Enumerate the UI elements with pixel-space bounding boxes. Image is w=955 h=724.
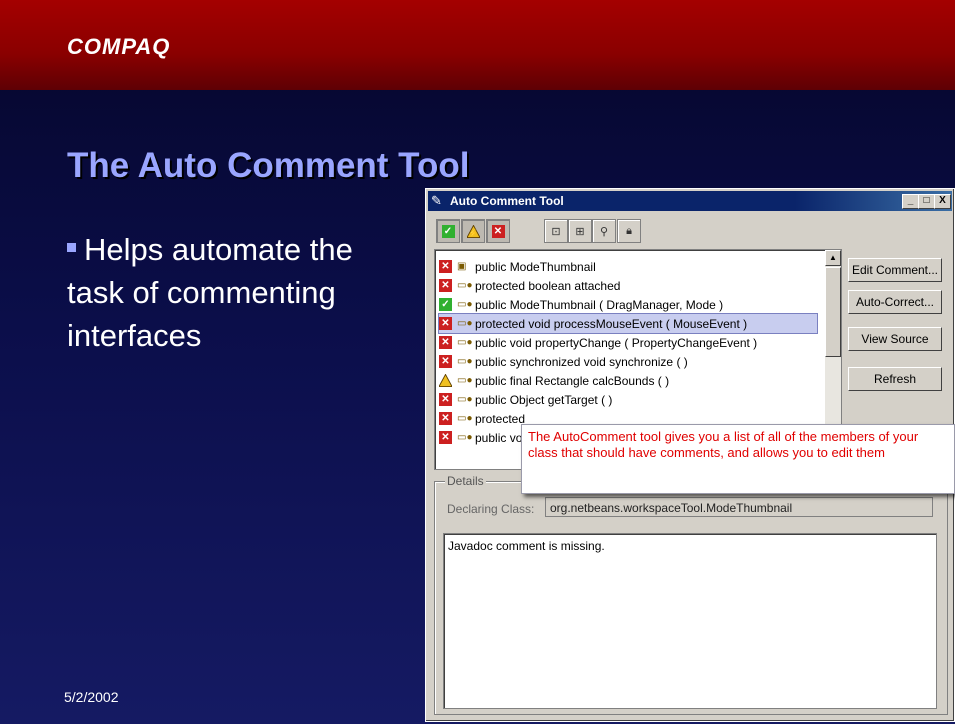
method-icon: ▭● bbox=[457, 432, 473, 443]
list-item[interactable]: ✕ ▭● public void propertyChange ( Proper… bbox=[439, 333, 817, 352]
error-icon: ✕ bbox=[439, 431, 452, 444]
member-label: public ModeThumbnail ( DragManager, Mode… bbox=[475, 297, 724, 312]
compaq-logo: COMPAQ bbox=[67, 34, 171, 59]
filter-private-button[interactable]: 🔒︎ bbox=[617, 219, 641, 243]
filter-package-button[interactable]: ⚲ bbox=[592, 219, 616, 243]
error-icon: ✕ bbox=[491, 224, 505, 238]
scroll-thumb[interactable] bbox=[825, 267, 841, 357]
error-icon: ✕ bbox=[439, 336, 452, 349]
slide-date: 5/2/2002 bbox=[64, 689, 119, 705]
slide: COMPAQ The Auto Comment Tool Helps autom… bbox=[0, 0, 955, 724]
member-label: protected bbox=[475, 411, 526, 426]
filter-warning-button[interactable]: ⚡ bbox=[461, 219, 485, 243]
annotation-callout: The AutoComment tool gives you a list of… bbox=[521, 424, 955, 494]
error-icon: ✕ bbox=[439, 393, 452, 406]
list-item[interactable]: ✕ ▭● public Object getTarget ( ) bbox=[439, 390, 817, 409]
method-icon: ▭● bbox=[457, 337, 473, 348]
warning-icon bbox=[439, 374, 452, 387]
bullet-item: Helps automate the task of commenting in… bbox=[67, 228, 397, 357]
list-item[interactable]: ✓ ▭● public ModeThumbnail ( DragManager,… bbox=[439, 295, 817, 314]
maximize-button[interactable]: □ bbox=[918, 194, 935, 209]
filter-protected-button[interactable]: ⊞ bbox=[568, 219, 592, 243]
list-item[interactable]: ✕ ▣ public ModeThumbnail bbox=[439, 257, 817, 276]
check-icon: ✓ bbox=[439, 298, 452, 311]
public-icon: ⊡ bbox=[551, 225, 561, 238]
member-label: public Object getTarget ( ) bbox=[475, 392, 613, 407]
filter-ok-button[interactable]: ✓ bbox=[436, 219, 460, 243]
method-icon: ▭● bbox=[457, 356, 473, 367]
bullet-text: Helps automate the task of commenting in… bbox=[67, 232, 353, 353]
class-icon: ▣ bbox=[457, 261, 467, 272]
scroll-up-arrow-icon[interactable]: ▲ bbox=[825, 250, 841, 266]
details-legend: Details bbox=[445, 474, 486, 488]
package-icon: ⚲ bbox=[599, 225, 609, 238]
list-item[interactable]: ✕ ▭● protected boolean attached bbox=[439, 276, 817, 295]
filter-error-button[interactable]: ✕ bbox=[486, 219, 510, 243]
method-icon: ▭● bbox=[457, 299, 473, 310]
window-title: Auto Comment Tool bbox=[450, 194, 564, 208]
member-label: public vo bbox=[475, 430, 523, 445]
app-icon: ✎ bbox=[431, 193, 442, 208]
declaring-class-label: Declaring Class: bbox=[447, 502, 535, 516]
declaring-class-field: org.netbeans.workspaceTool.ModeThumbnail bbox=[545, 497, 933, 517]
method-icon: ▭● bbox=[457, 394, 473, 405]
method-icon: ▭● bbox=[457, 413, 473, 424]
list-item[interactable]: ▭● public final Rectangle calcBounds ( ) bbox=[439, 371, 817, 390]
refresh-button[interactable]: Refresh bbox=[848, 367, 942, 391]
comment-textarea[interactable]: Javadoc comment is missing. bbox=[443, 533, 937, 709]
close-button[interactable]: X bbox=[934, 194, 951, 209]
view-source-button[interactable]: View Source bbox=[848, 327, 942, 351]
slide-title: The Auto Comment Tool bbox=[67, 146, 470, 185]
bullet-square-icon bbox=[67, 243, 76, 252]
auto-correct-button[interactable]: Auto-Correct... bbox=[848, 290, 942, 314]
edit-comment-button[interactable]: Edit Comment... bbox=[848, 258, 942, 282]
protected-icon: ⊞ bbox=[575, 225, 585, 238]
member-label: public final Rectangle calcBounds ( ) bbox=[475, 373, 670, 388]
filter-public-button[interactable]: ⊡ bbox=[544, 219, 568, 243]
check-icon: ✓ bbox=[441, 224, 455, 238]
member-label: public synchronized void synchronize ( ) bbox=[475, 354, 688, 369]
member-label: protected boolean attached bbox=[475, 278, 621, 293]
svg-text:⚡: ⚡ bbox=[468, 228, 477, 237]
minimize-button[interactable]: _ bbox=[902, 194, 919, 209]
method-icon: ▭● bbox=[457, 375, 473, 386]
error-icon: ✕ bbox=[439, 355, 452, 368]
error-icon: ✕ bbox=[439, 260, 452, 273]
window-titlebar[interactable]: ✎ Auto Comment Tool _ □ X bbox=[428, 191, 952, 211]
warning-icon: ⚡ bbox=[466, 224, 480, 238]
details-panel: Details Declaring Class: org.netbeans.wo… bbox=[434, 474, 948, 715]
private-icon: 🔒︎ bbox=[626, 224, 632, 237]
error-icon: ✕ bbox=[439, 412, 452, 425]
header-bar: COMPAQ bbox=[0, 0, 955, 90]
member-label: public ModeThumbnail bbox=[475, 259, 596, 274]
field-icon: ▭● bbox=[457, 280, 473, 291]
member-label: public void propertyChange ( PropertyCha… bbox=[475, 335, 758, 350]
callout-text: The AutoComment tool gives you a list of… bbox=[528, 429, 919, 460]
member-label: protected void processMouseEvent ( Mouse… bbox=[475, 316, 748, 331]
list-item[interactable]: ✕ ▭● public synchronized void synchroniz… bbox=[439, 352, 817, 371]
list-item-selected[interactable]: ✕ ▭● protected void processMouseEvent ( … bbox=[438, 313, 818, 334]
method-icon: ▭● bbox=[457, 318, 473, 329]
error-icon: ✕ bbox=[439, 279, 452, 292]
error-icon: ✕ bbox=[439, 317, 452, 330]
